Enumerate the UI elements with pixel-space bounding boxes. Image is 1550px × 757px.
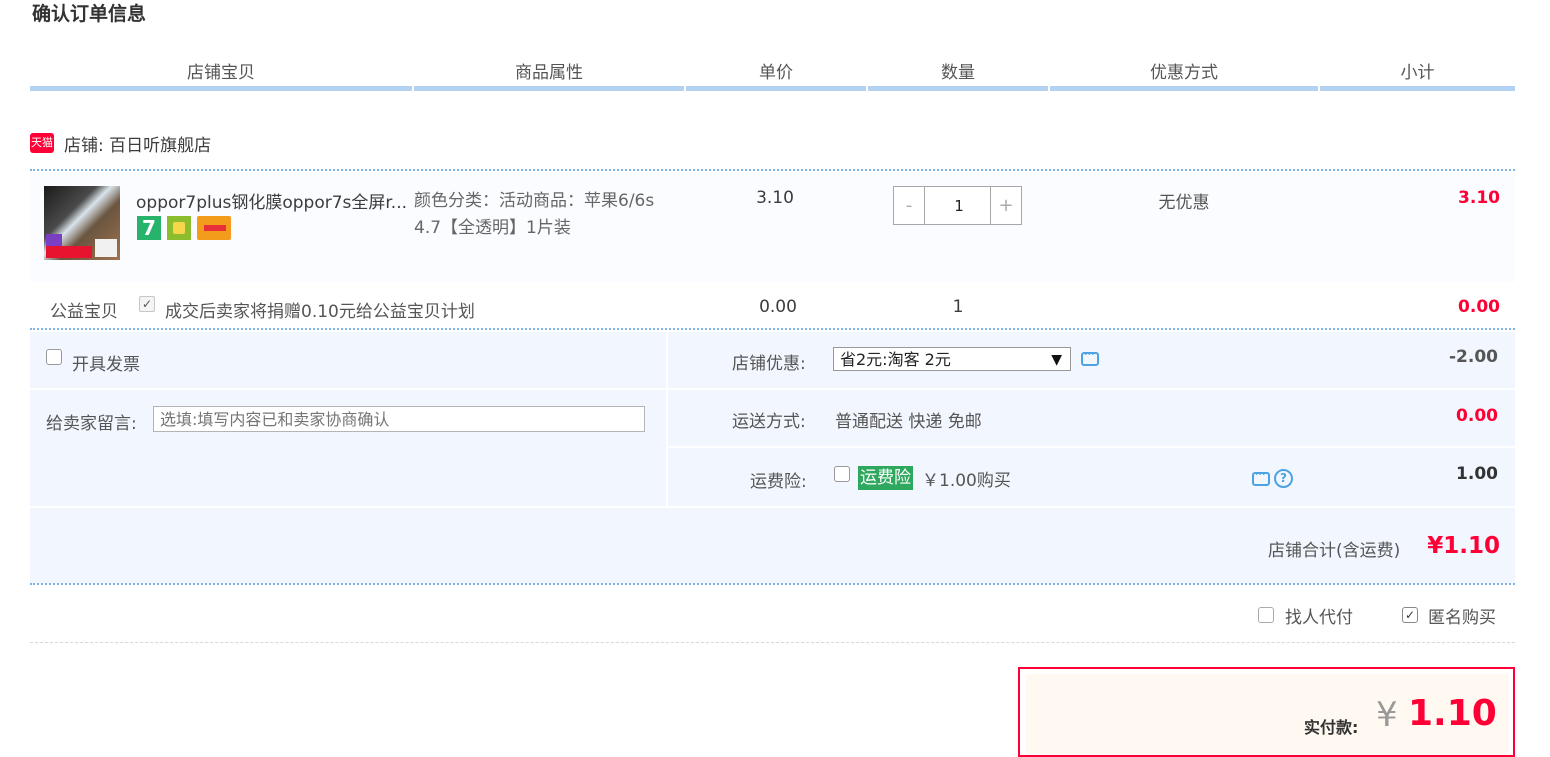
charity-checkbox: ✓ [139,296,155,312]
anonymous-checkbox[interactable]: ✓ [1402,607,1418,623]
insurance-price: ￥1.00购买 [922,471,1011,491]
shipping-label: 运送方式: [732,412,806,432]
anonymous-label: 匿名购买 [1428,608,1496,628]
currency-symbol: ¥ [1376,695,1398,735]
product-sku: 颜色分类：活动商品：苹果6/6s 4.7【全透明】1片装 [414,188,674,242]
header-attributes: 商品属性 [515,63,583,83]
insurance-checkbox[interactable] [834,466,850,482]
charity-label: 公益宝贝 [50,302,118,322]
charity-description: 成交后卖家将捐赠0.10元给公益宝贝计划 [165,302,475,322]
header-bar [1050,86,1318,91]
quantity-input[interactable] [927,191,991,221]
increase-quantity-button[interactable]: + [990,187,1021,224]
quantity-stepper: - + [893,186,1022,225]
header-shop-item: 店铺宝贝 [187,63,255,83]
sku-line: 颜色分类：活动商品：苹果6/6s [414,191,655,211]
payment-label: 实付款: [1304,718,1359,737]
payment-amount: 1.10 [1408,693,1497,734]
divider [666,332,668,506]
header-bar [414,86,684,91]
proxy-pay-label: 找人代付 [1285,608,1353,628]
header-quantity: 数量 [941,63,975,83]
seven-day-return-icon[interactable]: 7 [137,216,161,240]
header-subtotal: 小计 [1400,63,1435,83]
header-bar [1320,86,1515,91]
divider [30,583,1515,585]
shop-name-link[interactable]: 店铺: 百日听旗舰店 [64,131,211,156]
header-bar [30,86,412,91]
shop-total-label: 店铺合计(含运费) [1268,541,1401,561]
discount-method: 无优惠 [1158,193,1210,213]
shipping-amount: 0.00 [1456,406,1498,426]
chat-icon[interactable] [1252,468,1270,486]
chevron-down-icon: ▼ [1051,352,1062,368]
chat-icon[interactable] [1081,348,1099,366]
shop-discount-selected: 省2元:淘客 2元 [840,350,951,369]
divider [30,388,666,390]
unit-price: 3.10 [756,188,794,208]
shipping-method: 普通配送 快递 免邮 [835,412,982,432]
shop-total-value: ¥1.10 [1427,533,1500,559]
divider [30,642,1515,643]
shop-discount-label: 店铺优惠: [732,354,806,374]
shop-discount-amount: -2.00 [1449,347,1498,367]
divider [30,328,1515,330]
help-icon[interactable]: ? [1274,469,1293,488]
product-name-link[interactable]: oppor7plus钢化膜oppor7s全屏r... [136,188,407,213]
charity-price: 0.00 [759,297,797,317]
decrease-quantity-button[interactable]: - [894,187,925,224]
insurance-amount: 1.00 [1456,464,1498,484]
charity-quantity: 1 [952,297,964,317]
message-label: 给卖家留言: [46,414,137,434]
invoice-checkbox[interactable] [46,349,62,365]
insurance-badge: 运费险 [858,466,913,490]
page-title: 确认订单信息 [32,3,147,25]
header-bar [686,86,866,91]
header-unit-price: 单价 [759,63,793,83]
proxy-pay-checkbox[interactable] [1258,607,1274,623]
divider [30,169,1515,171]
sku-line: 4.7【全透明】1片装 [414,218,571,238]
tmall-icon: 天猫 [30,133,54,153]
charity-subtotal: 0.00 [1458,297,1500,317]
shop-discount-select[interactable]: 省2元:淘客 2元 ▼ [833,347,1071,371]
credit-card-icon[interactable] [197,216,231,240]
insurance-label: 运费险: [750,472,807,492]
header-bar [868,86,1048,91]
invoice-label: 开具发票 [72,355,140,375]
product-thumbnail[interactable] [44,186,120,260]
quality-guarantee-icon[interactable] [167,216,191,240]
header-discount: 优惠方式 [1150,63,1218,83]
item-subtotal: 3.10 [1458,188,1500,208]
seller-message-input[interactable] [153,406,645,432]
